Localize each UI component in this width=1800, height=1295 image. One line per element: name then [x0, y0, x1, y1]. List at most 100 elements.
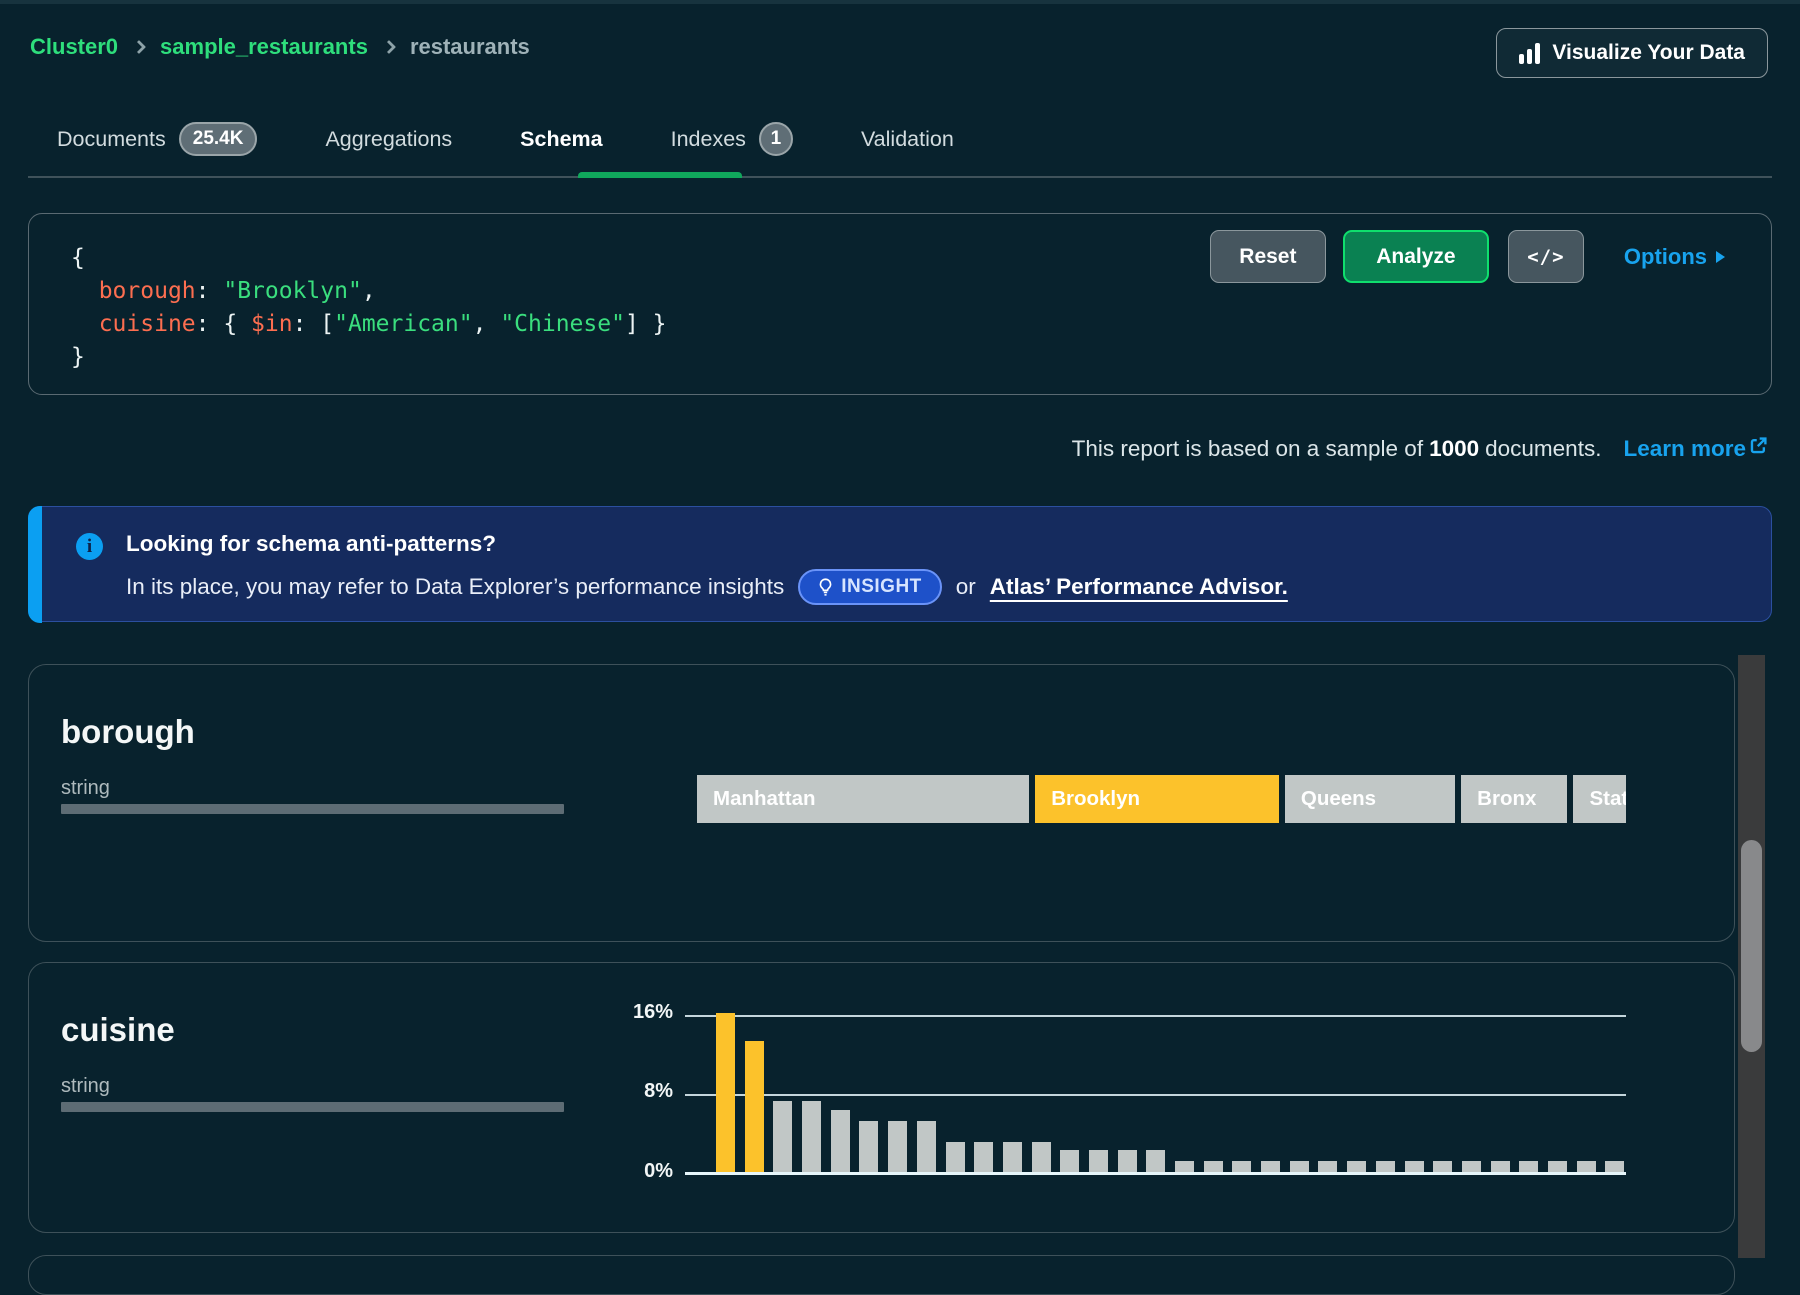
banner-body-connector: or	[956, 574, 976, 600]
learn-more-label: Learn more	[1623, 436, 1746, 462]
cuisine-bar[interactable]	[1118, 1150, 1137, 1172]
banner-body-prefix: In its place, you may refer to Data Expl…	[126, 574, 784, 600]
value-segment-staten-island[interactable]: Staten Island	[1573, 775, 1626, 823]
cuisine-bar[interactable]	[1032, 1142, 1051, 1172]
cuisine-bar[interactable]	[1433, 1161, 1452, 1172]
options-button[interactable]: Options	[1624, 244, 1725, 270]
y-axis-tick-0: 0%	[589, 1160, 673, 1183]
field-card-cuisine: cuisine string 16% 8% 0%	[28, 962, 1735, 1233]
cuisine-bar[interactable]	[859, 1121, 878, 1172]
cuisine-bar[interactable]	[1318, 1161, 1337, 1172]
sample-note: This report is based on a sample of 1000…	[1072, 436, 1768, 462]
insight-badge-label: INSIGHT	[841, 576, 922, 598]
breadcrumb-database[interactable]: sample_restaurants	[160, 34, 368, 60]
analyze-button[interactable]: Analyze	[1343, 230, 1489, 283]
external-link-icon	[1749, 436, 1768, 455]
breadcrumb-cluster[interactable]: Cluster0	[30, 34, 118, 60]
cuisine-bar[interactable]	[1060, 1150, 1079, 1172]
collection-tabs: Documents 25.4K Aggregations Schema Inde…	[57, 116, 954, 162]
tab-indexes[interactable]: Indexes 1	[671, 122, 793, 156]
sample-count: 1000	[1429, 436, 1479, 462]
learn-more-link[interactable]: Learn more	[1623, 436, 1768, 462]
field-name: borough	[61, 713, 195, 751]
vertical-scrollbar-track[interactable]	[1738, 655, 1765, 1258]
tab-schema[interactable]: Schema	[520, 127, 602, 152]
banner-accent-stripe	[28, 506, 42, 623]
chevron-right-icon	[382, 40, 396, 54]
cuisine-bar[interactable]	[1089, 1150, 1108, 1172]
type-frequency-bar	[61, 1102, 564, 1112]
cuisine-bar[interactable]	[745, 1041, 764, 1172]
tabs-underline	[28, 176, 1772, 178]
cuisine-bar[interactable]	[1146, 1150, 1165, 1172]
sample-note-suffix: documents.	[1485, 436, 1601, 462]
top-edge-highlight	[0, 0, 1800, 4]
tab-aggregations[interactable]: Aggregations	[325, 127, 452, 152]
cuisine-bar[interactable]	[888, 1121, 907, 1172]
cuisine-bar[interactable]	[1519, 1161, 1538, 1172]
cuisine-bar[interactable]	[1003, 1142, 1022, 1172]
caret-right-icon	[1716, 251, 1725, 263]
value-segment-manhattan[interactable]: Manhattan	[697, 775, 1029, 823]
field-card-next-partial	[28, 1255, 1735, 1295]
chevron-right-icon	[132, 40, 146, 54]
active-tab-indicator	[578, 172, 742, 178]
value-segment-queens[interactable]: Queens	[1285, 775, 1455, 823]
cuisine-bar[interactable]	[946, 1142, 965, 1172]
type-frequency-bar	[61, 804, 564, 814]
cuisine-bar[interactable]	[831, 1110, 850, 1172]
breadcrumb: Cluster0 sample_restaurants restaurants	[30, 34, 530, 60]
info-icon: i	[76, 533, 103, 560]
cuisine-bar[interactable]	[917, 1121, 936, 1172]
options-label: Options	[1624, 244, 1707, 270]
value-segment-brooklyn[interactable]: Brooklyn	[1035, 775, 1279, 823]
cuisine-bar[interactable]	[1462, 1161, 1481, 1172]
query-code[interactable]: { borough: "Brooklyn", cuisine: { $in: […	[71, 242, 666, 374]
axis-baseline	[685, 1172, 1626, 1175]
code-toggle-button[interactable]: </>	[1508, 230, 1584, 283]
vertical-scrollbar-thumb[interactable]	[1741, 840, 1762, 1052]
cuisine-bar[interactable]	[1290, 1161, 1309, 1172]
value-segment-bronx[interactable]: Bronx	[1461, 775, 1567, 823]
tab-aggregations-label: Aggregations	[325, 127, 452, 152]
tab-documents[interactable]: Documents 25.4K	[57, 122, 257, 156]
cuisine-bar[interactable]	[1548, 1161, 1567, 1172]
query-code-line: cuisine: { $in: ["American", "Chinese"] …	[71, 308, 666, 341]
field-type-label: string	[61, 777, 110, 800]
cuisine-bar[interactable]	[1175, 1161, 1194, 1172]
cuisine-bar[interactable]	[1376, 1161, 1395, 1172]
cuisine-bar[interactable]	[974, 1142, 993, 1172]
sample-note-prefix: This report is based on a sample of	[1072, 436, 1423, 462]
lightbulb-icon	[818, 578, 833, 597]
cuisine-bar[interactable]	[1577, 1161, 1596, 1172]
cuisine-bar[interactable]	[1347, 1161, 1366, 1172]
visualize-button-label: Visualize Your Data	[1552, 41, 1745, 65]
cuisine-bar[interactable]	[1232, 1161, 1251, 1172]
cuisine-bar[interactable]	[1204, 1161, 1223, 1172]
tab-schema-label: Schema	[520, 127, 602, 152]
field-type-label: string	[61, 1075, 110, 1098]
tab-documents-label: Documents	[57, 127, 166, 152]
cuisine-bar[interactable]	[716, 1013, 735, 1172]
query-bar-panel: { borough: "Brooklyn", cuisine: { $in: […	[28, 213, 1772, 395]
cuisine-bar[interactable]	[773, 1101, 792, 1172]
reset-button[interactable]: Reset	[1210, 230, 1326, 283]
cuisine-bar[interactable]	[1405, 1161, 1424, 1172]
cuisine-bar-chart	[685, 1015, 1626, 1174]
indexes-count-badge: 1	[759, 122, 793, 156]
field-card-borough: borough string ManhattanBrooklynQueensBr…	[28, 664, 1735, 942]
bar-chart-icon	[1519, 42, 1540, 64]
query-code-line: borough: "Brooklyn",	[71, 275, 666, 308]
banner-title: Looking for schema anti-patterns?	[126, 531, 496, 557]
cuisine-bar[interactable]	[802, 1101, 821, 1172]
cuisine-bar[interactable]	[1605, 1161, 1624, 1172]
visualize-your-data-button[interactable]: Visualize Your Data	[1496, 28, 1768, 78]
y-axis-tick-8: 8%	[589, 1080, 673, 1103]
tab-validation[interactable]: Validation	[861, 127, 954, 152]
insight-badge[interactable]: INSIGHT	[798, 569, 942, 605]
performance-advisor-link[interactable]: Atlas’ Performance Advisor.	[990, 574, 1288, 600]
cuisine-bar[interactable]	[1261, 1161, 1280, 1172]
banner-body: In its place, you may refer to Data Expl…	[126, 569, 1288, 605]
cuisine-bar[interactable]	[1491, 1161, 1510, 1172]
query-code-line: }	[71, 341, 666, 374]
